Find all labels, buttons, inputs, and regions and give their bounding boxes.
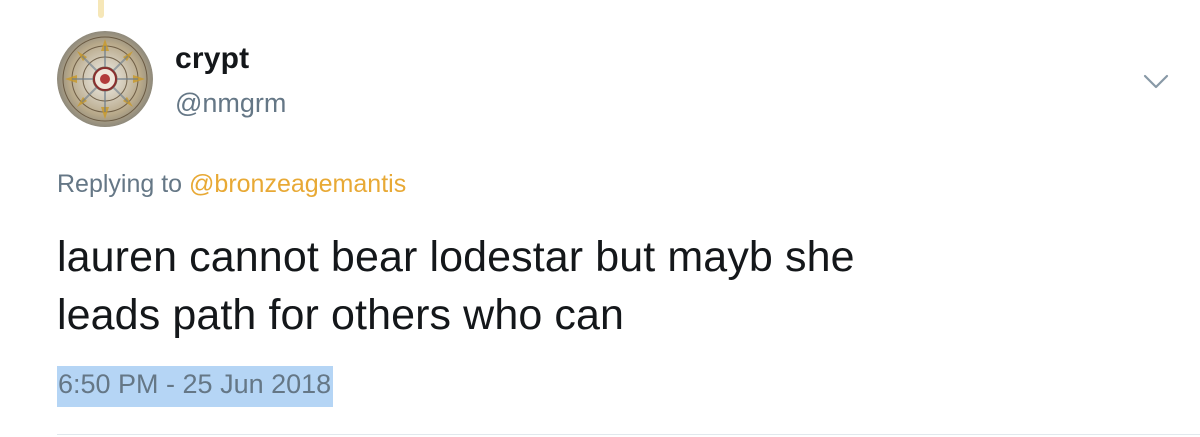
replying-to-line: Replying to @bronzeagemantis	[57, 170, 406, 199]
tweet-text-line-1: lauren cannot bear lodestar but mayb she	[57, 233, 855, 281]
divider	[57, 434, 1200, 435]
avatar[interactable]	[57, 31, 153, 127]
replying-to-label: Replying to	[57, 170, 183, 198]
tweet-timestamp[interactable]: 6:50 PM - 25 Jun 2018	[57, 366, 334, 407]
mandala-avatar-image	[57, 31, 153, 127]
reply-mention-link[interactable]: @bronzeagemantis	[189, 170, 406, 198]
tweet-text: lauren cannot bear lodestar but mayb she…	[57, 228, 1167, 344]
tweet: crypt @nmgrm Replying to @bronzeagemanti…	[0, 0, 1200, 437]
more-options-button[interactable]	[1138, 68, 1174, 96]
thread-connector-line	[98, 0, 104, 18]
chevron-down-icon	[1143, 74, 1169, 89]
tweet-text-line-2: leads path for others who can	[57, 291, 625, 339]
user-handle[interactable]: @nmgrm	[175, 88, 286, 119]
display-name[interactable]: crypt	[175, 42, 249, 76]
